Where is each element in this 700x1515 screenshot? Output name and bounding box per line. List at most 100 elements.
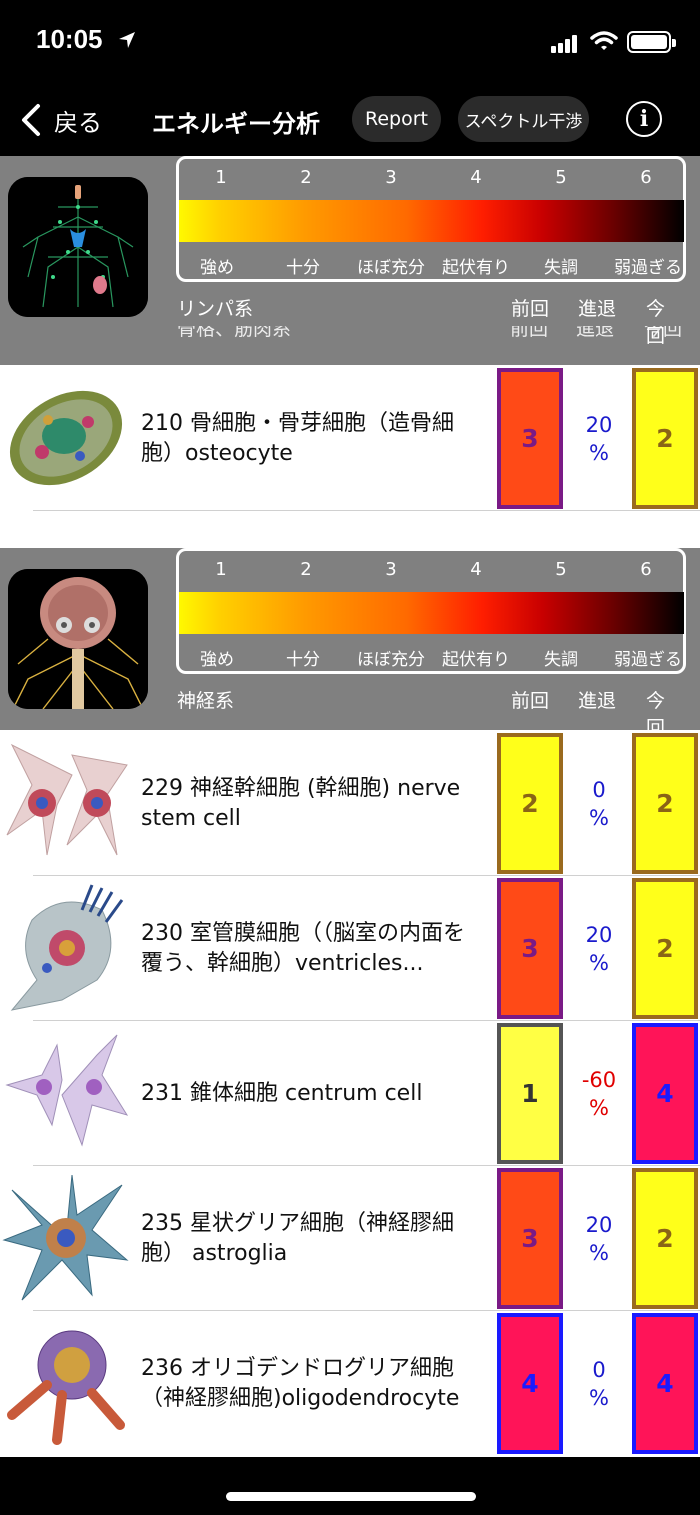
- progress-unit: %: [589, 1095, 609, 1120]
- scale-word: 起伏有り: [442, 258, 510, 278]
- list-item[interactable]: 210 骨細胞・骨芽細胞（造骨細胞）osteocyte 3 20 % 2: [0, 366, 700, 511]
- scale-word: 弱過ぎる: [614, 650, 682, 670]
- progress-value: 20: [585, 1212, 613, 1237]
- previous-level-box: 3: [497, 878, 563, 1019]
- energy-gradient-bar: [179, 200, 684, 242]
- scale-number: 6: [640, 559, 652, 580]
- scale-number: 1: [215, 167, 227, 188]
- hidden-section-name: 骨格、筋肉系: [177, 326, 292, 340]
- progress-value: 20: [585, 922, 613, 947]
- hidden-column-progress: 進退: [576, 326, 615, 340]
- column-header-prev: 前回: [510, 298, 550, 320]
- scale-word: 十分: [286, 650, 320, 670]
- energy-scale: 1 2 3 4 5 6 強め 十分 ほぼ充分 起伏有り 失調 弱過ぎる: [176, 156, 686, 282]
- scale-word: 弱過ぎる: [614, 258, 682, 278]
- item-name: 236 オリゴデンドログリア細胞（神経膠細胞)oligodendrocyte: [141, 1355, 460, 1411]
- scale-word: 強め: [200, 258, 234, 278]
- osteocyte-image: [9, 390, 123, 486]
- list-item[interactable]: 229 神経幹細胞 (幹細胞) nerve stem cell 2 0 % 2: [0, 731, 700, 876]
- centrum-cell-image: [5, 1034, 129, 1147]
- row-separator: [33, 510, 700, 511]
- battery-icon: [627, 31, 676, 53]
- report-button[interactable]: Report: [352, 96, 441, 142]
- progress-value: 20: [585, 412, 613, 437]
- current-level-box: 2: [632, 368, 698, 509]
- energy-gradient-bar: [179, 592, 684, 634]
- progress-value: -60: [581, 1067, 617, 1092]
- progress-percent: -60 %: [566, 1021, 632, 1166]
- scale-word: 起伏有り: [442, 650, 510, 670]
- oligodendrocyte-image: [7, 1330, 125, 1445]
- scale-number: 2: [300, 559, 312, 580]
- current-level-box: 2: [632, 878, 698, 1019]
- chevron-left-icon: [22, 104, 40, 136]
- previous-level-box: 3: [497, 1168, 563, 1309]
- current-level-box: 2: [632, 1168, 698, 1309]
- scale-number: 4: [470, 167, 482, 188]
- nerve-stem-cell-image: [6, 743, 128, 856]
- ependymal-cell-image: [10, 884, 124, 1011]
- status-bar: 10:05: [0, 0, 700, 86]
- scale-number: 4: [470, 559, 482, 580]
- scale-number: 6: [640, 167, 652, 188]
- progress-unit: %: [589, 1385, 609, 1410]
- previous-level-box: 4: [497, 1313, 563, 1454]
- scale-number: 3: [385, 559, 397, 580]
- previous-level-box: 2: [497, 733, 563, 874]
- list-item[interactable]: 235 星状グリア細胞（神経膠細胞） astroglia 3 20 % 2: [0, 1166, 700, 1311]
- back-button[interactable]: 戻る: [20, 102, 102, 138]
- scale-word: 失調: [544, 650, 578, 670]
- progress-value: 0: [592, 777, 606, 802]
- navigation-bar: 戻る エネルギー分析 Report スペクトル干渉 i: [0, 86, 700, 156]
- list-item[interactable]: 230 室管膜細胞（（脳室の内面を覆う、幹細胞）ventricles... 3 …: [0, 876, 700, 1021]
- list-item[interactable]: 236 オリゴデンドログリア細胞（神経膠細胞)oligodendrocyte 4…: [0, 1311, 700, 1456]
- progress-unit: %: [589, 1240, 609, 1265]
- column-header-prev: 前回: [510, 690, 550, 712]
- scale-number: 2: [300, 167, 312, 188]
- scale-word: 失調: [544, 258, 578, 278]
- spectrum-interference-button[interactable]: スペクトル干渉: [458, 96, 589, 142]
- hidden-section-strip: 骨格、筋肉系 前回 進退 今回: [0, 326, 700, 340]
- section-name: リンパ系: [177, 298, 254, 320]
- item-name: 231 錐体細胞 centrum cell: [141, 1080, 423, 1106]
- signal-icon: [551, 34, 579, 53]
- status-time: 10:05: [36, 24, 103, 54]
- column-header-progress: 進退: [577, 690, 617, 712]
- hidden-column-prev: 前回: [510, 326, 549, 340]
- item-name: 229 神経幹細胞 (幹細胞) nerve stem cell: [141, 775, 461, 831]
- page-title: エネルギー分析: [152, 110, 320, 138]
- nervous-system-thumbnail[interactable]: [8, 569, 148, 709]
- scale-word: ほぼ充分: [357, 258, 425, 278]
- progress-percent: 20 %: [566, 1166, 632, 1311]
- analysis-list[interactable]: 1 2 3 4 5 6 強め 十分 ほぼ充分 起伏有り 失調 弱過ぎる リンパ系…: [0, 156, 700, 1457]
- list-item[interactable]: 231 錐体細胞 centrum cell 1 -60 % 4: [0, 1021, 700, 1166]
- progress-percent: 0 %: [566, 731, 632, 876]
- item-name: 210 骨細胞・骨芽細胞（造骨細胞）osteocyte: [141, 410, 454, 466]
- progress-percent: 20 %: [566, 366, 632, 511]
- back-label: 戻る: [54, 108, 102, 137]
- section-header-nervous: 1 2 3 4 5 6 強め 十分 ほぼ充分 起伏有り 失調 弱過ぎる 神経系 …: [0, 548, 700, 739]
- scale-number: 3: [385, 167, 397, 188]
- progress-unit: %: [589, 950, 609, 975]
- hidden-column-current: 今回: [644, 326, 683, 340]
- column-header-progress: 進退: [577, 298, 617, 320]
- scale-word: ほぼ充分: [357, 650, 425, 670]
- progress-unit: %: [589, 805, 609, 830]
- previous-level-box: 1: [497, 1023, 563, 1164]
- scale-word: 十分: [286, 258, 320, 278]
- previous-level-box: 3: [497, 368, 563, 509]
- scale-number: 5: [555, 167, 567, 188]
- scale-word: 強め: [200, 650, 234, 670]
- scale-number: 1: [215, 559, 227, 580]
- current-level-box: 2: [632, 733, 698, 874]
- item-name: 235 星状グリア細胞（神経膠細胞） astroglia: [141, 1210, 454, 1266]
- section-header-lymph: 1 2 3 4 5 6 強め 十分 ほぼ充分 起伏有り 失調 弱過ぎる リンパ系…: [0, 156, 700, 365]
- progress-unit: %: [589, 440, 609, 465]
- info-icon[interactable]: i: [626, 101, 662, 137]
- wifi-icon: [590, 31, 618, 50]
- lymph-system-thumbnail[interactable]: [8, 177, 148, 317]
- progress-value: 0: [592, 1357, 606, 1382]
- home-indicator[interactable]: [226, 1492, 476, 1501]
- astroglia-image: [2, 1174, 129, 1301]
- section-name: 神経系: [177, 690, 235, 712]
